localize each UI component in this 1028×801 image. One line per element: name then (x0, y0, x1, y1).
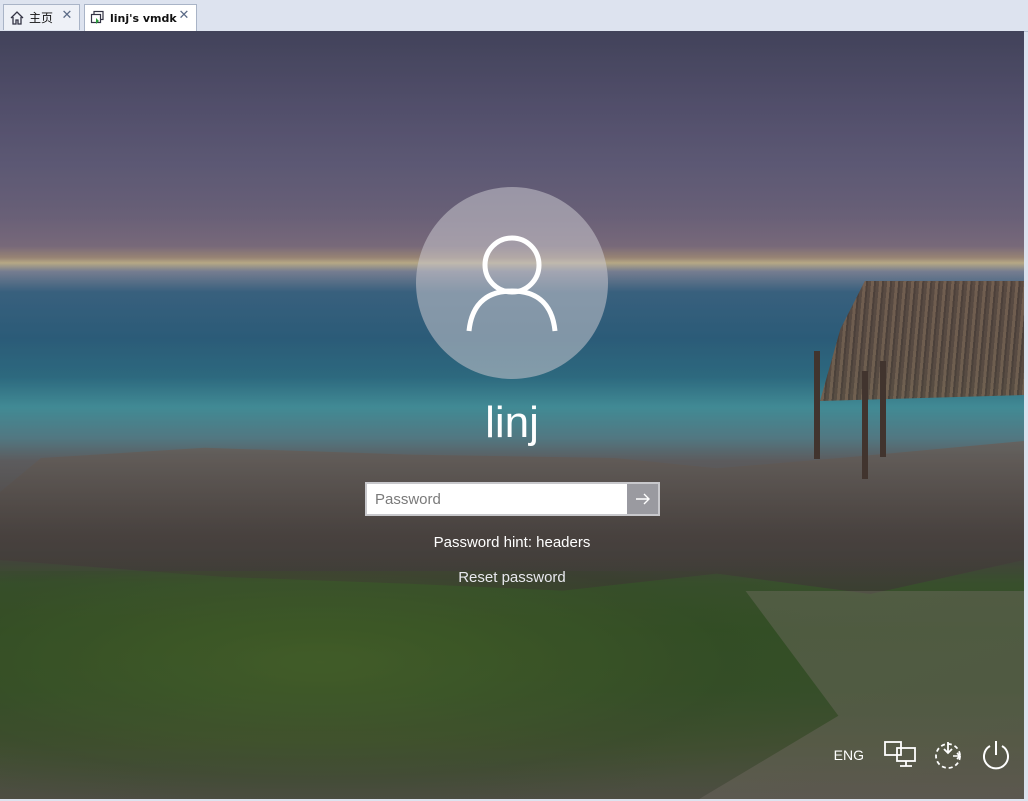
tab-bar: 主页 ✕ linj's vmdk ✕ (0, 0, 1028, 32)
tab-home[interactable]: 主页 ✕ (3, 4, 80, 30)
username-label: linj (485, 398, 539, 447)
vm-lock-screen: linj Password hint: headers Reset passwo… (0, 31, 1024, 799)
user-icon (466, 235, 558, 332)
reset-password-link[interactable]: Reset password (412, 569, 612, 586)
user-avatar (416, 187, 608, 379)
submit-button[interactable] (627, 484, 658, 514)
tab-vm[interactable]: linj's vmdk ✕ (84, 4, 197, 31)
close-icon[interactable]: ✕ (60, 9, 74, 23)
network-icon[interactable] (880, 735, 920, 775)
tab-home-label: 主页 (29, 11, 54, 25)
system-tray: ENG (834, 735, 1024, 775)
password-input[interactable] (367, 484, 627, 514)
home-icon (8, 9, 26, 27)
password-box (365, 482, 660, 516)
arrow-right-icon (636, 493, 650, 505)
tab-vm-label: linj's vmdk (110, 11, 177, 25)
power-icon[interactable] (976, 735, 1016, 775)
ease-of-access-icon[interactable] (928, 735, 968, 775)
close-icon[interactable]: ✕ (177, 9, 191, 23)
language-indicator[interactable]: ENG (834, 747, 864, 763)
password-hint: Password hint: headers (433, 534, 591, 551)
vm-icon (89, 9, 107, 27)
